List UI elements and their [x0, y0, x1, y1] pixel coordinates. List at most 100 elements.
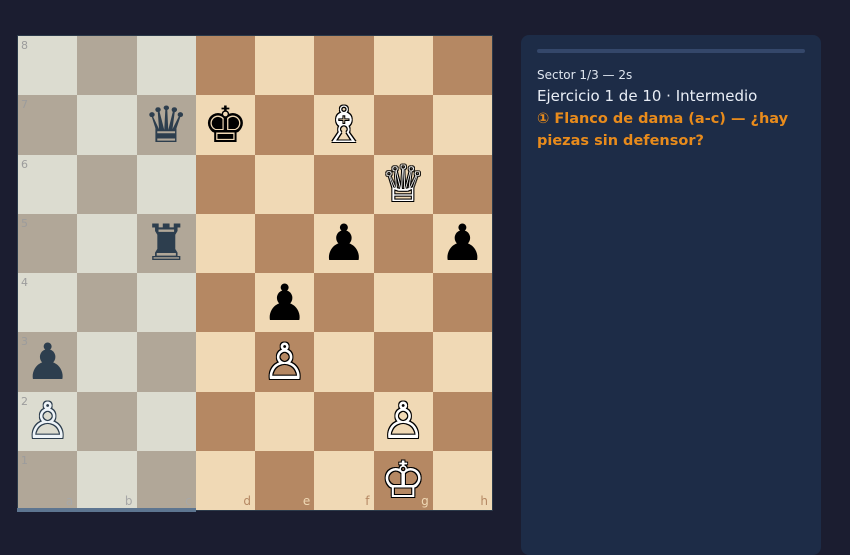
square-e1[interactable]: e — [255, 450, 315, 510]
square-f6[interactable] — [314, 154, 374, 214]
square-d7[interactable]: ♚ — [195, 95, 255, 155]
black-pawn-piece[interactable]: ♟ — [262, 278, 307, 328]
square-f4[interactable] — [314, 273, 374, 333]
exercise-panel: Sector 1/3 — 2s Ejercicio 1 de 10 · Inte… — [521, 35, 821, 555]
square-g3[interactable] — [373, 332, 433, 392]
square-d2[interactable] — [195, 391, 255, 451]
white-bishop-piece[interactable]: ♗ — [321, 100, 366, 150]
square-f7[interactable]: ♗ — [314, 95, 374, 155]
square-e5[interactable] — [255, 213, 315, 273]
square-h5[interactable]: ♟ — [432, 213, 492, 273]
rank-label-6: 6 — [21, 157, 28, 171]
square-g6[interactable]: ♕ — [373, 154, 433, 214]
square-c8[interactable] — [136, 36, 196, 96]
black-queen-piece[interactable]: ♛ — [144, 100, 189, 150]
rank-label-2: 2 — [21, 394, 28, 408]
square-g4[interactable] — [373, 273, 433, 333]
white-king-piece[interactable]: ♔ — [381, 455, 426, 505]
rank-label-7: 7 — [21, 98, 28, 112]
square-d4[interactable] — [195, 273, 255, 333]
square-g5[interactable] — [373, 213, 433, 273]
square-e3[interactable]: ♙ — [255, 332, 315, 392]
rank-label-5: 5 — [21, 216, 28, 230]
square-b6[interactable] — [77, 154, 137, 214]
square-c2[interactable] — [136, 391, 196, 451]
square-e6[interactable] — [255, 154, 315, 214]
square-f2[interactable] — [314, 391, 374, 451]
square-b5[interactable] — [77, 213, 137, 273]
square-f5[interactable]: ♟ — [314, 213, 374, 273]
file-label-e: e — [302, 494, 311, 508]
black-pawn-piece[interactable]: ♟ — [440, 218, 485, 268]
square-d6[interactable] — [195, 154, 255, 214]
white-pawn-piece[interactable]: ♙ — [25, 396, 70, 446]
square-a2[interactable]: 2 ♙ — [18, 391, 78, 451]
file-label-a: a — [65, 494, 74, 508]
white-pawn-piece[interactable]: ♙ — [262, 337, 307, 387]
square-b7[interactable] — [77, 95, 137, 155]
square-b1[interactable]: b — [77, 450, 137, 510]
square-c6[interactable] — [136, 154, 196, 214]
square-e4[interactable]: ♟ — [255, 273, 315, 333]
square-b3[interactable] — [77, 332, 137, 392]
rank-label-4: 4 — [21, 276, 28, 289]
square-c1[interactable]: c — [136, 450, 196, 510]
square-c3[interactable] — [136, 332, 196, 392]
square-h1[interactable]: h — [432, 450, 492, 510]
rank-label-8: 8 — [21, 39, 28, 52]
square-h8[interactable] — [432, 36, 492, 96]
square-f8[interactable] — [314, 36, 374, 96]
black-pawn-piece[interactable]: ♟ — [321, 218, 366, 268]
square-e7[interactable] — [255, 95, 315, 155]
square-d5[interactable] — [195, 213, 255, 273]
square-f1[interactable]: f — [314, 450, 374, 510]
white-pawn-piece[interactable]: ♙ — [381, 396, 426, 446]
square-g1[interactable]: g ♔ — [373, 450, 433, 510]
square-a8[interactable]: 8 — [18, 36, 78, 96]
square-a4[interactable]: 4 — [18, 273, 78, 333]
file-label-d: d — [243, 494, 251, 508]
square-g7[interactable] — [373, 95, 433, 155]
square-a1[interactable]: 1a — [18, 450, 78, 510]
sector-label: Sector 1/3 — 2s — [537, 68, 633, 82]
chess-board-frame: 8 7 ♛ ♚ ♗ 6 ♕ 5 ♜ ♟ ♟ 4 ♟ 3 ♟ ♙ 2 ♙ ♙ 1 a b c d e f g ♔ h — [17, 35, 493, 511]
rank-label-3: 3 — [21, 335, 28, 349]
square-c5[interactable]: ♜ — [136, 213, 196, 273]
chess-board[interactable]: 8 7 ♛ ♚ ♗ 6 ♕ 5 ♜ ♟ ♟ 4 ♟ 3 ♟ ♙ 2 ♙ ♙ 1 a b c d e f g ♔ h — [18, 36, 492, 510]
square-h7[interactable] — [432, 95, 492, 155]
square-a6[interactable]: 6 — [18, 154, 78, 214]
black-rook-piece[interactable]: ♜ — [144, 218, 189, 268]
square-c4[interactable] — [136, 273, 196, 333]
square-h6[interactable] — [432, 154, 492, 214]
file-label-g: g — [421, 494, 429, 508]
square-d3[interactable] — [195, 332, 255, 392]
file-label-b: b — [124, 494, 133, 508]
square-b4[interactable] — [77, 273, 137, 333]
white-queen-piece[interactable]: ♕ — [381, 159, 426, 209]
square-g2[interactable]: ♙ — [373, 391, 433, 451]
square-e2[interactable] — [255, 391, 315, 451]
file-label-f: f — [365, 494, 370, 508]
square-d8[interactable] — [195, 36, 255, 96]
square-h3[interactable] — [432, 332, 492, 392]
square-f3[interactable] — [314, 332, 374, 392]
square-b8[interactable] — [77, 36, 137, 96]
file-label-c: c — [185, 494, 192, 508]
square-h4[interactable] — [432, 273, 492, 333]
square-d1[interactable]: d — [195, 450, 255, 510]
black-pawn-piece[interactable]: ♟ — [25, 337, 70, 387]
question-prompt: ① Flanco de dama (a-c) — ¿hay piezas sin… — [537, 111, 789, 149]
square-a5[interactable]: 5 — [18, 213, 78, 273]
square-g8[interactable] — [373, 36, 433, 96]
exercise-label: Ejercicio 1 de 10 · Intermedio — [537, 87, 758, 105]
sector-indicator-bar — [17, 508, 196, 512]
square-a7[interactable]: 7 — [18, 95, 78, 155]
square-c7[interactable]: ♛ — [136, 95, 196, 155]
square-a3[interactable]: 3 ♟ — [18, 332, 78, 392]
progress-bar — [537, 49, 805, 53]
square-e8[interactable] — [255, 36, 315, 96]
square-b2[interactable] — [77, 391, 137, 451]
black-king-piece[interactable]: ♚ — [203, 100, 248, 150]
square-h2[interactable] — [432, 391, 492, 451]
file-label-h: h — [480, 494, 488, 508]
